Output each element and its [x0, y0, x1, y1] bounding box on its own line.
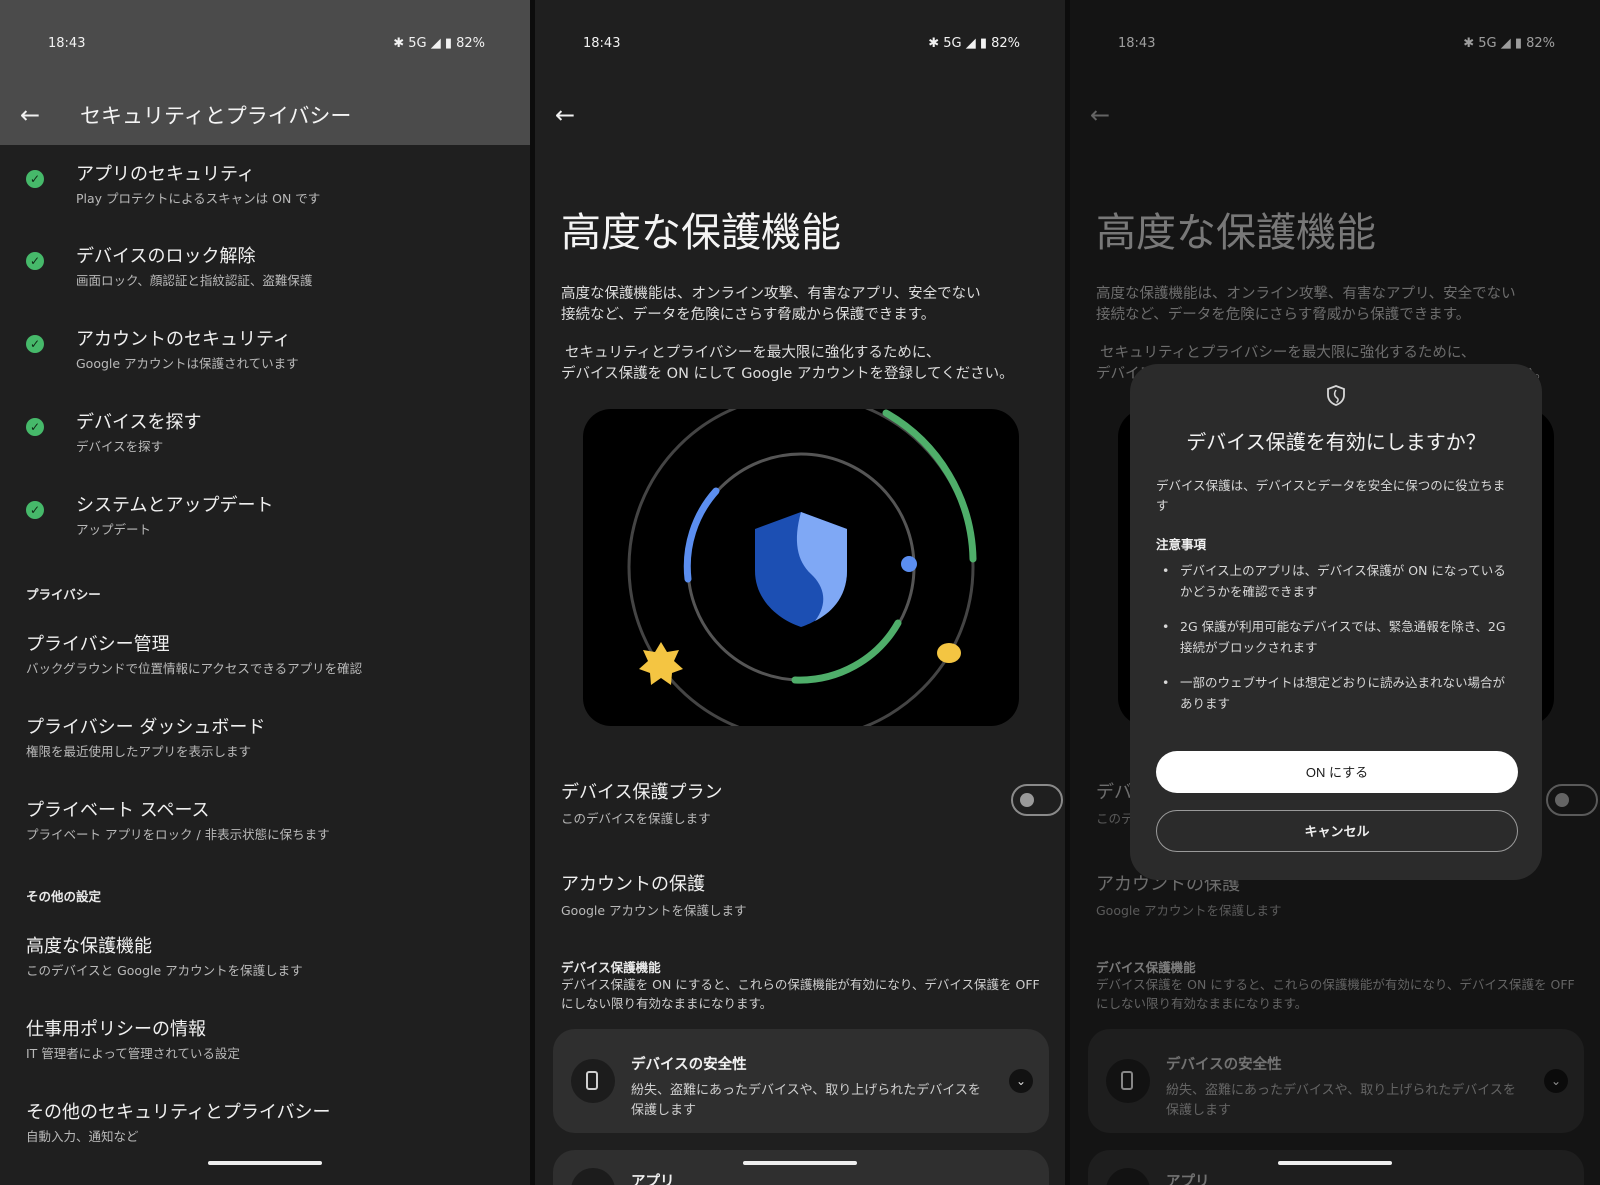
item-subtitle: このデバイスと Google アカウントを保護します	[26, 963, 303, 978]
shield-icon	[1327, 385, 1345, 406]
item-subtitle: Google アカウントを保護します	[561, 903, 747, 918]
item-subtitle: プライベート アプリをロック / 非表示状態に保ちます	[26, 827, 330, 842]
description-line: デバイス保護を ON にして Google アカウントを登録してください。	[561, 366, 1014, 382]
chevron-down-icon[interactable]: ⌄	[1009, 1069, 1033, 1093]
item-title: その他のセキュリティとプライバシー	[26, 1102, 331, 1123]
list-item-more-security[interactable]: その他のセキュリティとプライバシー 自動入力、通知など	[0, 1088, 530, 1168]
page-title: 高度な保護機能	[561, 210, 841, 256]
description-line: にしない限り有効なままになります。	[561, 996, 773, 1011]
dialog-title: デバイス保護を有効にしますか？	[1186, 430, 1486, 454]
shield-illustration	[583, 409, 1019, 726]
status-indicators: ✱ 5G ◢ ▮ 82%	[393, 36, 485, 51]
account-protection-row[interactable]: アカウントの保護 Google アカウントを保護します	[535, 870, 1065, 920]
check-circle-icon: ✓	[26, 501, 44, 519]
section-header-device-features: デバイス保護機能	[561, 960, 661, 975]
turn-on-button[interactable]: ON にする	[1156, 751, 1518, 793]
status-time: 18:43	[583, 36, 621, 51]
item-title: システムとアップデート	[76, 495, 274, 516]
check-circle-icon: ✓	[26, 252, 44, 270]
section-header-other: その他の設定	[26, 889, 102, 904]
device-protection-toggle[interactable]	[1011, 784, 1063, 816]
item-title: アカウントの保護	[561, 874, 705, 895]
list-item-advanced-protection[interactable]: 高度な保護機能 このデバイスと Google アカウントを保護します	[0, 922, 530, 1002]
card-title: デバイスの安全性	[631, 1057, 747, 1073]
list-item-find-device[interactable]: ✓ デバイスを探す デバイスを探す	[0, 398, 530, 478]
dialog-notes-list: デバイス上のアプリは、デバイス保護が ON になっているかどうかを確認できます …	[1156, 560, 1516, 728]
description-line: 高度な保護機能は、オンライン攻撃、有害なアプリ、安全でない	[561, 286, 981, 302]
item-title: アプリのセキュリティ	[76, 164, 255, 185]
item-title: プライベート スペース	[26, 800, 210, 821]
check-circle-icon: ✓	[26, 170, 44, 188]
check-circle-icon: ✓	[26, 335, 44, 353]
list-item-device-unlock[interactable]: ✓ デバイスのロック解除 画面ロック、顔認証と指紋認証、盗難保護	[0, 232, 530, 312]
page-title: セキュリティとプライバシー	[80, 104, 352, 128]
item-title: デバイスのロック解除	[76, 246, 256, 267]
item-title: プライバシー管理	[26, 634, 170, 655]
shield-orbit-illustration	[627, 409, 977, 726]
home-indicator[interactable]	[1278, 1161, 1392, 1165]
item-title: デバイスを探す	[76, 412, 202, 433]
section-header-privacy: プライバシー	[26, 587, 101, 602]
item-subtitle: IT 管理者によって管理されている設定	[26, 1046, 240, 1061]
description-line: 接続など、データを危険にさらす脅威から保護できます。	[561, 307, 936, 323]
list-item-app-security[interactable]: ✓ アプリのセキュリティ Play プロテクトによるスキャンは ON です	[0, 150, 530, 230]
item-subtitle: 自動入力、通知など	[26, 1129, 139, 1144]
device-safety-card[interactable]: デバイスの安全性 紛失、盗難にあったデバイスや、取り上げられたデバイスを 保護し…	[553, 1029, 1049, 1133]
card-description: 紛失、盗難にあったデバイスや、取り上げられたデバイスを 保護します	[631, 1081, 991, 1121]
enable-device-protection-dialog: デバイス保護を有効にしますか？ デバイス保護は、デバイスとデータを安全に保つのに…	[1130, 364, 1542, 880]
advanced-protection-screen: 18:43 ✱ 5G ◢ ▮ 82% ← 高度な保護機能 高度な保護機能は、オン…	[535, 0, 1065, 1185]
item-subtitle: アップデート	[76, 522, 152, 537]
item-subtitle: Google アカウントは保護されています	[76, 356, 299, 371]
list-item: デバイス上のアプリは、デバイス保護が ON になっているかどうかを確認できます	[1156, 560, 1516, 602]
item-subtitle: Play プロテクトによるスキャンは ON です	[76, 191, 321, 206]
cancel-button[interactable]: キャンセル	[1156, 810, 1518, 852]
item-title: アカウントのセキュリティ	[76, 329, 291, 350]
card-title: アプリ	[631, 1174, 675, 1185]
apps-card[interactable]: アプリ	[553, 1150, 1049, 1185]
list-item-privacy-dashboard[interactable]: プライバシー ダッシュボード 権限を最近使用したアプリを表示します	[0, 703, 530, 783]
apps-icon	[571, 1168, 615, 1185]
item-subtitle: このデバイスを保護します	[561, 811, 711, 826]
item-subtitle: 画面ロック、顔認証と指紋認証、盗難保護	[76, 273, 313, 288]
features-description: デバイス保護を ON にすると、これらの保護機能が有効になり、デバイス保護を O…	[561, 975, 1040, 1013]
home-indicator[interactable]	[743, 1161, 857, 1165]
description-2: セキュリティとプライバシーを最大限に強化するために、 デバイス保護を ON にし…	[561, 343, 1014, 385]
item-title: 仕事用ポリシーの情報	[26, 1019, 206, 1040]
dialog-notes-header: 注意事項	[1156, 537, 1207, 552]
list-item-account-security[interactable]: ✓ アカウントのセキュリティ Google アカウントは保護されています	[0, 315, 530, 395]
list-item-work-policy[interactable]: 仕事用ポリシーの情報 IT 管理者によって管理されている設定	[0, 1005, 530, 1085]
home-indicator[interactable]	[208, 1161, 322, 1165]
device-protection-plan-row[interactable]: デバイス保護プラン このデバイスを保護します	[535, 778, 1065, 838]
list-item-privacy-controls[interactable]: プライバシー管理 バックグラウンドで位置情報にアクセスできるアプリを確認	[0, 620, 530, 700]
description: 高度な保護機能は、オンライン攻撃、有害なアプリ、安全でない 接続など、データを危…	[561, 284, 981, 326]
list-item: 2G 保護が利用可能なデバイスでは、緊急通報を除き、2G 接続がブロックされます	[1156, 616, 1516, 658]
status-bar: 18:43 ✱ 5G ◢ ▮ 82%	[535, 0, 1065, 80]
status-indicators: ✱ 5G ◢ ▮ 82%	[928, 36, 1020, 51]
item-title: デバイス保護プラン	[561, 782, 723, 803]
item-title: プライバシー ダッシュボード	[26, 717, 266, 738]
phone-icon	[571, 1059, 615, 1103]
back-arrow-icon[interactable]: ←	[20, 103, 44, 127]
back-arrow-icon[interactable]: ←	[555, 103, 579, 127]
description-line: セキュリティとプライバシーを最大限に強化するために、	[565, 345, 941, 361]
settings-security-privacy-screen: 18:43 ✱ 5G ◢ ▮ 82% ← セキュリティとプライバシー ✓ アプリ…	[0, 0, 530, 1185]
list-item-system-updates[interactable]: ✓ システムとアップデート アップデート	[0, 481, 530, 561]
description-line: 紛失、盗難にあったデバイスや、取り上げられたデバイスを	[631, 1083, 981, 1098]
description-line: 保護します	[631, 1103, 697, 1118]
status-bar: 18:43 ✱ 5G ◢ ▮ 82%	[0, 0, 530, 80]
check-circle-icon: ✓	[26, 418, 44, 436]
advanced-protection-dialog-screen: 18:43 ✱ 5G ◢ ▮ 82% ← 高度な保護機能 高度な保護機能は、オン…	[1070, 0, 1600, 1185]
status-time: 18:43	[48, 36, 86, 51]
item-subtitle: デバイスを探す	[76, 439, 164, 454]
item-subtitle: 権限を最近使用したアプリを表示します	[26, 744, 252, 759]
list-item: 一部のウェブサイトは想定どおりに読み込まれない場合があります	[1156, 672, 1516, 714]
description-line: デバイス保護を ON にすると、これらの保護機能が有効になり、デバイス保護を O…	[561, 977, 1040, 992]
item-subtitle: バックグラウンドで位置情報にアクセスできるアプリを確認	[26, 661, 363, 676]
toggle-knob	[1020, 793, 1034, 807]
dialog-body: デバイス保護は、デバイスとデータを安全に保つのに役立ちます	[1156, 478, 1506, 513]
item-title: 高度な保護機能	[26, 936, 152, 957]
list-item-private-space[interactable]: プライベート スペース プライベート アプリをロック / 非表示状態に保ちます	[0, 786, 530, 866]
